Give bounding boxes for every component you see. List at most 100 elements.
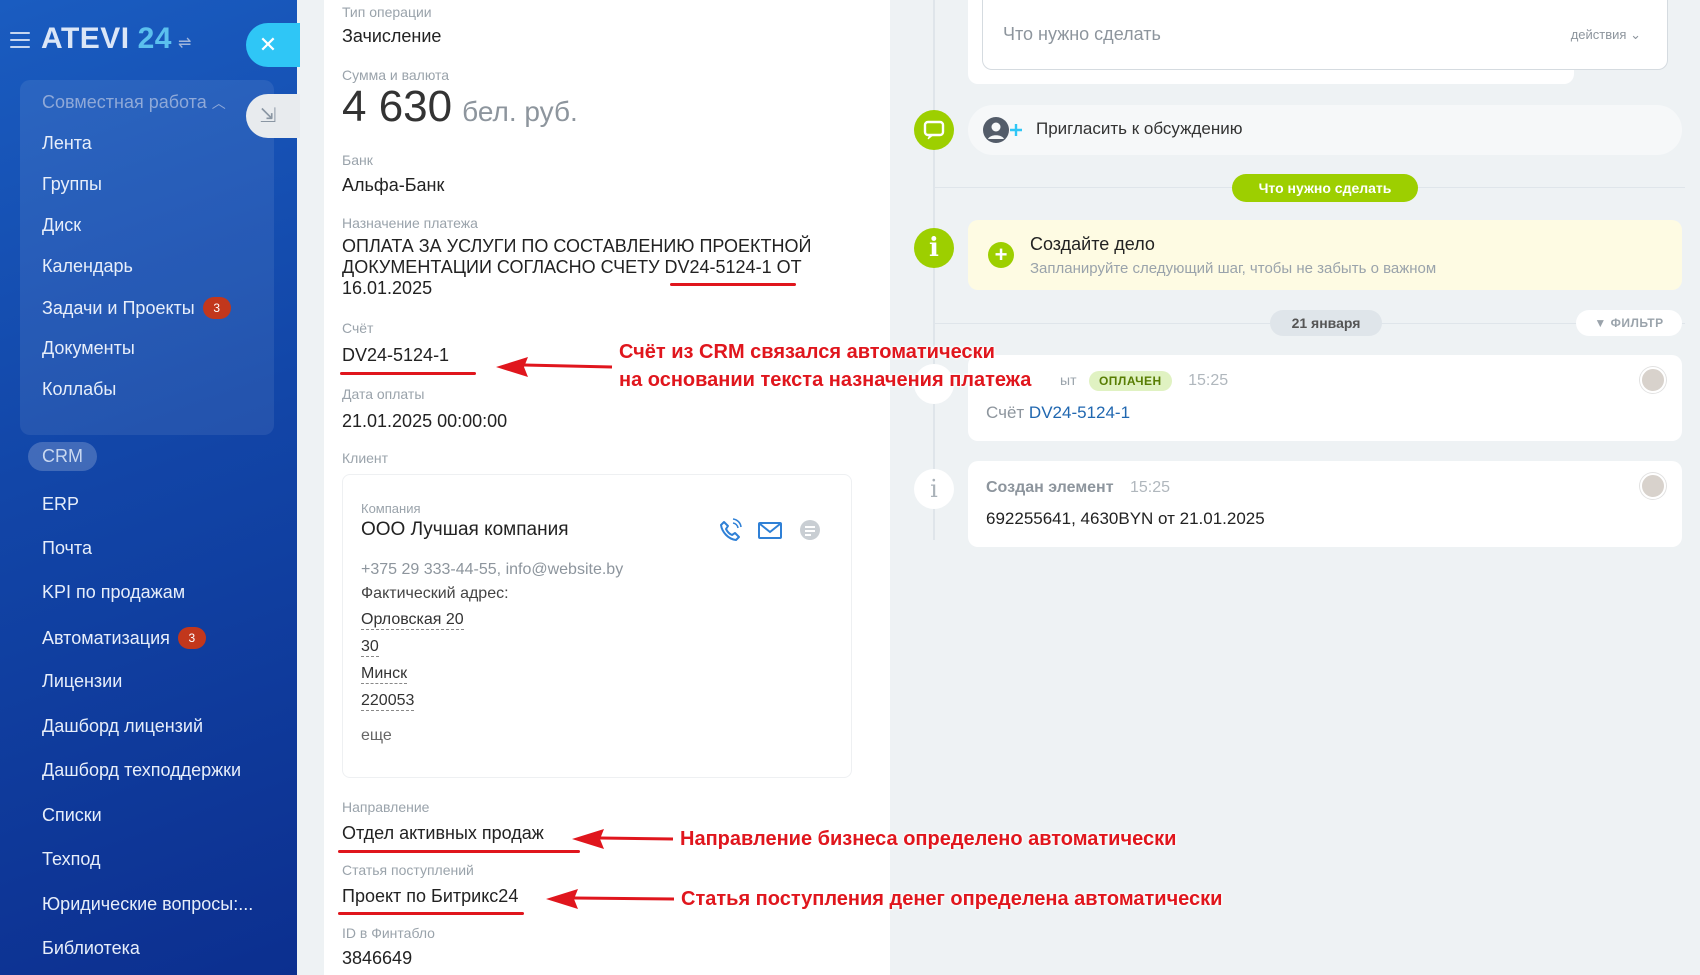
annotation-income-item: Статья поступления денег определена авто… bbox=[681, 888, 1223, 910]
field-label-bank: Банк bbox=[342, 152, 373, 168]
sidebar-item-automation[interactable]: Автоматизация 3 bbox=[42, 627, 206, 649]
field-label-amount: Сумма и валюта bbox=[342, 67, 450, 83]
info-icon: i bbox=[914, 469, 954, 509]
event-title: ыт bbox=[1060, 372, 1077, 388]
logo-settings-icon[interactable]: ⇌ bbox=[178, 33, 191, 53]
add-user-icon bbox=[982, 116, 1026, 149]
field-value-invoice: DV24-5124-1 bbox=[342, 345, 450, 365]
field-label-invoice: Счёт bbox=[342, 320, 374, 336]
field-label-income-item: Статья поступлений bbox=[342, 862, 474, 878]
annotation-invoice-line1: Счёт из CRM связался автоматически bbox=[619, 341, 995, 363]
field-value-operation-type: Зачисление bbox=[342, 26, 442, 46]
sidebar-item-tasks[interactable]: Задачи и Проекты 3 bbox=[42, 297, 231, 319]
field-label-operation-type: Тип операции bbox=[342, 4, 432, 20]
field-value-bank: Альфа-Банк bbox=[342, 175, 445, 195]
sidebar-item-erp[interactable]: ERP bbox=[42, 494, 79, 515]
minimize-icon: ⇲ bbox=[259, 105, 277, 127]
event-body: 692255641, 4630BYN от 21.01.2025 bbox=[986, 509, 1265, 528]
more-link[interactable]: еще bbox=[361, 727, 392, 745]
annotation-arrow bbox=[572, 829, 674, 849]
menu-icon[interactable] bbox=[10, 32, 30, 48]
todo-placeholder: Что нужно сделать bbox=[1003, 24, 1161, 44]
address-line: Минск bbox=[361, 665, 408, 684]
annotation-arrow bbox=[496, 357, 613, 377]
sidebar-item-mail[interactable]: Почта bbox=[42, 538, 92, 559]
avatar[interactable] bbox=[1640, 473, 1666, 499]
create-activity-card[interactable]: + Создайте дело Запланируйте следующий ш… bbox=[968, 220, 1682, 290]
plus-icon[interactable]: + bbox=[988, 242, 1014, 268]
sidebar-item-feed[interactable]: Лента bbox=[42, 133, 92, 154]
sidebar-item-documents[interactable]: Документы bbox=[42, 338, 135, 359]
sidebar-item-groups[interactable]: Группы bbox=[42, 174, 102, 195]
field-label-fintablo-id: ID в Финтабло bbox=[342, 925, 435, 941]
sidebar: ATEVI 24 ⇌ Совместная работа ︿ Лента Груп… bbox=[0, 0, 297, 975]
event-time: 15:25 bbox=[1130, 479, 1171, 496]
annotation-underline bbox=[670, 283, 796, 286]
group-title-collaboration[interactable]: Совместная работа ︿ bbox=[42, 92, 226, 113]
invoice-link[interactable]: DV24-5124-1 bbox=[1029, 403, 1130, 422]
minimize-slider-button[interactable]: ⇲ bbox=[246, 94, 300, 138]
annotation-underline bbox=[338, 850, 580, 853]
invite-to-discussion[interactable]: Пригласить к обсуждению bbox=[968, 105, 1682, 155]
address-line: 30 bbox=[361, 638, 379, 657]
actions-dropdown[interactable]: действия ⌄ bbox=[1571, 27, 1641, 43]
address-label: Фактический адрес: bbox=[361, 585, 509, 602]
annotation-underline bbox=[340, 372, 476, 375]
todo-input[interactable]: Что нужно сделать действия ⌄ bbox=[982, 0, 1668, 70]
amount-value: 4 630 бел. руб. bbox=[342, 82, 578, 131]
sidebar-item-kpi[interactable]: KPI по продажам bbox=[42, 582, 185, 603]
sidebar-item-support-dashboard[interactable]: Дашборд техподдержки bbox=[42, 760, 241, 781]
client-card: Компания ООО Лучшая компания +375 29 333… bbox=[342, 474, 852, 778]
filter-icon: ▼ bbox=[1594, 316, 1607, 330]
counter-badge: 3 bbox=[202, 297, 231, 319]
comment-icon bbox=[914, 110, 954, 150]
annotation-invoice-line2: на основании текста назначения платежа bbox=[619, 369, 1032, 391]
event-invoice-prefix: Счёт bbox=[986, 403, 1025, 422]
create-activity-subtitle: Запланируйте следующий шаг, чтобы не заб… bbox=[1030, 260, 1437, 277]
company-contacts: +375 29 333-44-55, info@website.by bbox=[361, 561, 624, 578]
sidebar-item-disk[interactable]: Диск bbox=[42, 215, 81, 236]
field-value-direction: Отдел активных продаж bbox=[342, 823, 544, 843]
mail-icon[interactable] bbox=[757, 517, 783, 543]
address-line: 220053 bbox=[361, 692, 415, 711]
close-icon: ✕ bbox=[258, 32, 278, 57]
field-label-direction: Направление bbox=[342, 799, 430, 815]
sidebar-item-crm[interactable]: CRM bbox=[28, 442, 97, 471]
field-value-income-item: Проект по Битрикс24 bbox=[342, 886, 519, 906]
event-title: Создан элемент bbox=[986, 479, 1114, 496]
info-icon: i bbox=[914, 228, 954, 268]
sidebar-item-license-dashboard[interactable]: Дашборд лицензий bbox=[42, 716, 203, 737]
sidebar-item-library[interactable]: Библиотека bbox=[42, 938, 140, 959]
date-separator: 21 января bbox=[1270, 310, 1382, 336]
address-line: Орловская 20 bbox=[361, 611, 464, 630]
close-slider-button[interactable]: ✕ bbox=[246, 23, 300, 67]
field-label-client: Клиент bbox=[342, 450, 389, 466]
phone-icon[interactable] bbox=[717, 517, 743, 543]
sidebar-item-legal[interactable]: Юридические вопросы:... bbox=[42, 894, 253, 915]
event-invoice-paid: ыт ОПЛАЧЕН 15:25 Счёт DV24-5124-1 bbox=[968, 355, 1682, 441]
chevron-down-icon: ⌄ bbox=[1630, 27, 1641, 42]
filter-button[interactable]: ▼ ФИЛЬТР bbox=[1576, 310, 1682, 336]
company-label: Компания bbox=[361, 501, 421, 516]
create-activity-title: Создайте дело bbox=[1030, 234, 1155, 254]
sidebar-item-techsupport[interactable]: Техпод bbox=[42, 849, 100, 870]
status-badge: ОПЛАЧЕН bbox=[1088, 371, 1172, 391]
field-label-purpose: Назначение платежа bbox=[342, 215, 478, 231]
timeline-line bbox=[933, 0, 935, 540]
logo[interactable]: ATEVI 24 bbox=[41, 22, 172, 56]
avatar[interactable] bbox=[1640, 367, 1666, 393]
event-element-created: Создан элемент 15:25 692255641, 4630BYN … bbox=[968, 461, 1682, 547]
company-name[interactable]: ООО Лучшая компания bbox=[361, 519, 568, 541]
sidebar-item-calendar[interactable]: Календарь bbox=[42, 256, 133, 277]
field-value-purpose: ОПЛАТА ЗА УСЛУГИ ПО СОСТАВЛЕНИЮ ПРОЕКТНО… bbox=[342, 236, 812, 298]
sidebar-item-collabs[interactable]: Коллабы bbox=[42, 379, 116, 400]
annotation-direction: Направление бизнеса определено автоматич… bbox=[680, 828, 1177, 850]
field-value-fintablo-id: 3846649 bbox=[342, 948, 413, 968]
annotation-arrow bbox=[546, 889, 675, 909]
sidebar-item-licenses[interactable]: Лицензии bbox=[42, 671, 122, 692]
chat-icon[interactable] bbox=[797, 517, 823, 543]
event-time: 15:25 bbox=[1188, 372, 1229, 389]
counter-badge: 3 bbox=[177, 627, 206, 649]
field-label-payment-date: Дата оплаты bbox=[342, 386, 425, 402]
sidebar-item-lists[interactable]: Списки bbox=[42, 805, 102, 826]
